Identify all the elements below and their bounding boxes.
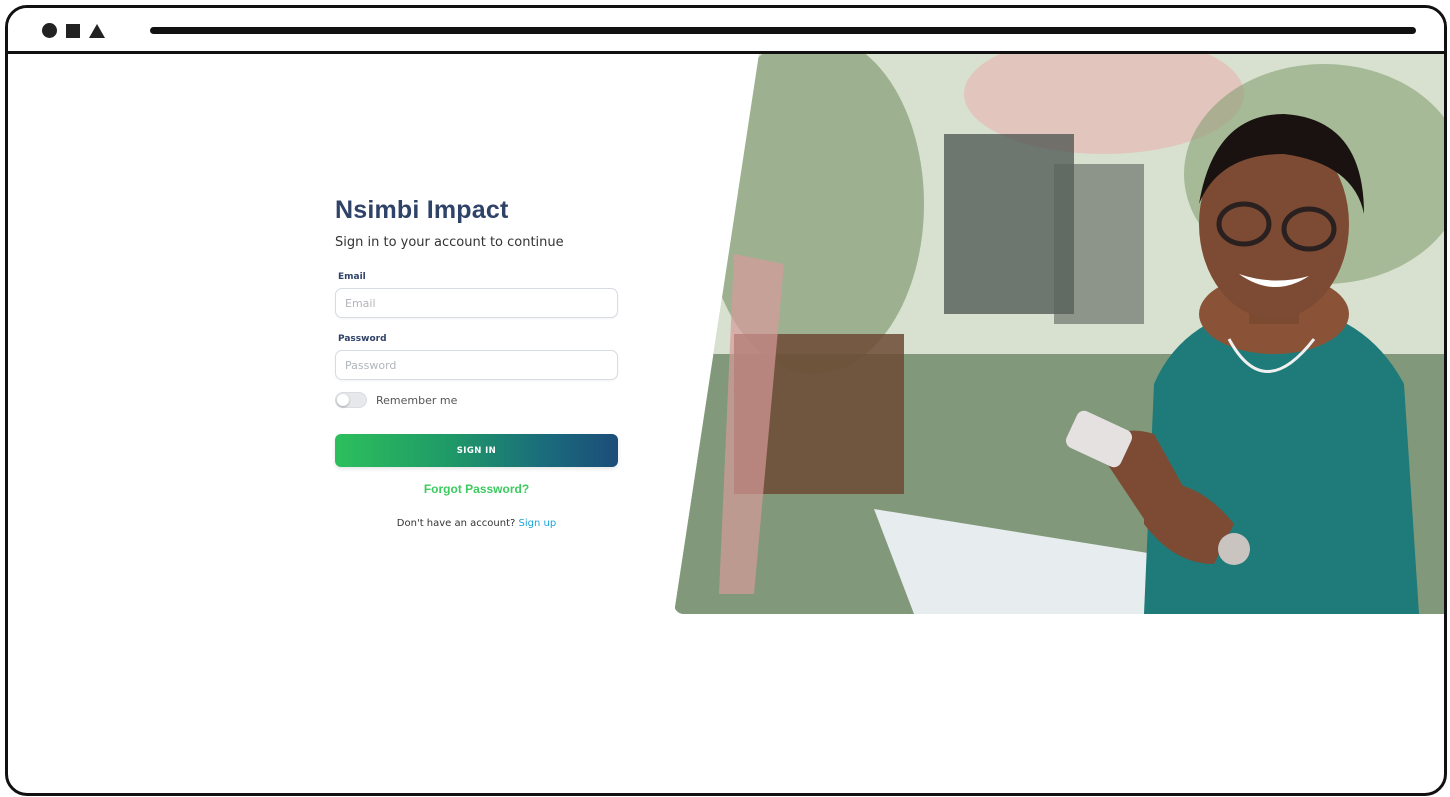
- toggle-knob: [337, 394, 349, 406]
- password-field[interactable]: [335, 350, 618, 380]
- signup-link[interactable]: Sign up: [519, 518, 557, 529]
- email-field-group: Email: [335, 272, 618, 318]
- browser-top-bar: [8, 8, 1444, 54]
- sign-in-button[interactable]: SIGN IN: [335, 434, 618, 467]
- page-subtitle: Sign in to your account to continue: [335, 235, 564, 250]
- email-field[interactable]: [335, 288, 618, 318]
- triangle-icon[interactable]: [89, 23, 105, 38]
- email-label: Email: [338, 272, 366, 282]
- signup-row: Don't have an account? Sign up: [335, 518, 618, 529]
- address-bar[interactable]: [150, 27, 1416, 34]
- hero-photo: [674, 54, 1444, 614]
- page-title: Nsimbi Impact: [335, 196, 509, 224]
- remember-me-toggle[interactable]: [335, 392, 367, 408]
- remember-me-row: Remember me: [335, 392, 618, 408]
- forgot-password-link[interactable]: Forgot Password?: [335, 482, 618, 496]
- signup-prompt: Don't have an account?: [396, 518, 516, 529]
- hero-photo-illustration: [674, 54, 1444, 614]
- remember-me-label: Remember me: [376, 393, 458, 407]
- square-icon[interactable]: [66, 23, 80, 38]
- password-field-group: Password: [335, 334, 618, 380]
- circle-icon[interactable]: [42, 23, 57, 38]
- browser-window: Nsimbi Impact Sign in to your account to…: [5, 5, 1447, 796]
- login-form: Nsimbi Impact Sign in to your account to…: [335, 196, 618, 529]
- window-controls: [42, 23, 105, 38]
- password-label: Password: [338, 334, 387, 344]
